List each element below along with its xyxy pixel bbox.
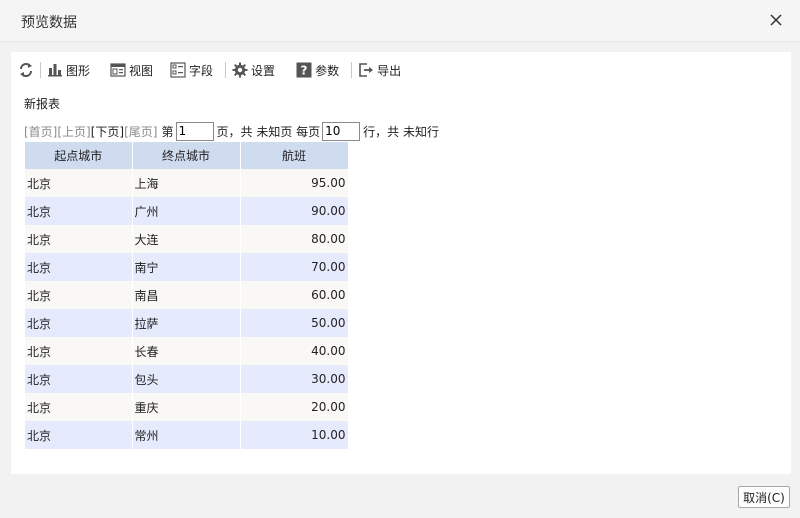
export-icon	[359, 63, 374, 77]
table-cell: 95.00	[240, 169, 349, 197]
view-button[interactable]: 视图	[110, 59, 153, 81]
table-cell: 常州	[132, 421, 241, 449]
fields-icon	[170, 62, 186, 78]
dialog-title: 预览数据	[21, 15, 77, 31]
fields-label: 字段	[189, 63, 214, 78]
close-button[interactable]	[768, 12, 784, 28]
page-suffix: 页，共 未知页 每页	[216, 124, 321, 139]
toolbar-separator	[225, 62, 227, 78]
refresh-icon	[20, 63, 32, 77]
toolbar: 图形 视图 字段 设置 ? 参数 导出	[11, 58, 791, 82]
table-cell: 60.00	[240, 281, 349, 309]
view-icon	[110, 63, 126, 77]
table-cell: 20.00	[240, 393, 349, 421]
page-prefix: 第	[161, 124, 174, 139]
export-button[interactable]: 导出	[358, 59, 401, 81]
table-cell: 90.00	[240, 197, 349, 225]
params-button[interactable]: ? 参数	[296, 59, 339, 81]
prev-page-link[interactable]: [上页]	[57, 123, 90, 140]
question-icon: ?	[296, 62, 312, 78]
column-header[interactable]: 航班	[240, 142, 349, 169]
table-cell: 80.00	[240, 225, 349, 253]
refresh-button[interactable]	[18, 59, 34, 81]
params-label: 参数	[315, 63, 340, 78]
table-row: 北京 广州 90.00	[25, 197, 349, 225]
table-row: 北京 长春 40.00	[25, 337, 349, 365]
close-icon	[770, 14, 782, 26]
table-cell: 北京	[25, 253, 133, 281]
settings-label: 设置	[251, 63, 276, 78]
table-cell: 北京	[25, 421, 133, 449]
table-cell: 70.00	[240, 253, 349, 281]
column-header[interactable]: 终点城市	[132, 142, 241, 169]
table-cell: 长春	[132, 337, 241, 365]
table-row: 北京 上海 95.00	[25, 169, 349, 197]
table-cell: 重庆	[132, 393, 241, 421]
report-title: 新报表	[24, 97, 61, 111]
table-cell: 40.00	[240, 337, 349, 365]
table-cell: 北京	[25, 197, 133, 225]
table-row: 北京 大连 80.00	[25, 225, 349, 253]
chart-label: 图形	[66, 63, 91, 78]
table-cell: 北京	[25, 365, 133, 393]
table-row: 北京 包头 30.00	[25, 365, 349, 393]
cancel-button[interactable]: 取消(C)	[738, 486, 790, 508]
table-row: 北京 常州 10.00	[25, 421, 349, 449]
toolbar-separator	[40, 62, 41, 78]
first-page-link[interactable]: [首页]	[24, 123, 57, 140]
svg-text:?: ?	[301, 64, 308, 78]
preview-panel: 图形 视图 字段 设置 ? 参数 导出 新报表 [首页] [上页] [下页] […	[11, 52, 791, 474]
table-cell: 南昌	[132, 281, 241, 309]
column-header[interactable]: 起点城市	[25, 142, 133, 169]
table-cell: 10.00	[240, 421, 349, 449]
table-cell: 北京	[25, 225, 133, 253]
settings-button[interactable]: 设置	[232, 59, 275, 81]
table-row: 北京 南昌 60.00	[25, 281, 349, 309]
table-cell: 北京	[25, 281, 133, 309]
toolbar-separator	[351, 62, 353, 78]
table-cell: 50.00	[240, 309, 349, 337]
bar-chart-icon	[48, 64, 62, 77]
view-label: 视图	[129, 63, 154, 78]
pager: [首页] [上页] [下页] [尾页] 第 页，共 未知页 每页 行，共 未知行	[24, 121, 439, 141]
table-cell: 南宁	[132, 253, 241, 281]
chart-button[interactable]: 图形	[47, 59, 90, 81]
table-cell: 北京	[25, 337, 133, 365]
rows-suffix: 行，共 未知行	[363, 124, 439, 139]
table-cell: 北京	[25, 309, 133, 337]
table-cell: 拉萨	[132, 309, 241, 337]
table-header-row: 起点城市 终点城市 航班	[25, 142, 349, 169]
export-label: 导出	[377, 63, 402, 78]
table-row: 北京 拉萨 50.00	[25, 309, 349, 337]
page-number-input[interactable]	[175, 121, 214, 141]
table-cell: 30.00	[240, 365, 349, 393]
table-cell: 北京	[25, 169, 133, 197]
next-page-link[interactable]: [下页]	[91, 123, 124, 140]
table-cell: 北京	[25, 393, 133, 421]
fields-button[interactable]: 字段	[170, 59, 213, 81]
data-table: 起点城市 终点城市 航班 北京 上海 95.00 北京 广州 90.00 北京 大连 80.00…	[25, 142, 349, 449]
table-cell: 广州	[132, 197, 241, 225]
table-row: 北京 南宁 70.00	[25, 253, 349, 281]
rows-per-page-input[interactable]	[322, 121, 361, 141]
table-cell: 大连	[132, 225, 241, 253]
table-row: 北京 重庆 20.00	[25, 393, 349, 421]
table-cell: 上海	[132, 169, 241, 197]
dialog-header: 预览数据	[0, 0, 800, 42]
gear-icon	[232, 62, 248, 78]
table-cell: 包头	[132, 365, 241, 393]
last-page-link[interactable]: [尾页]	[124, 123, 157, 140]
